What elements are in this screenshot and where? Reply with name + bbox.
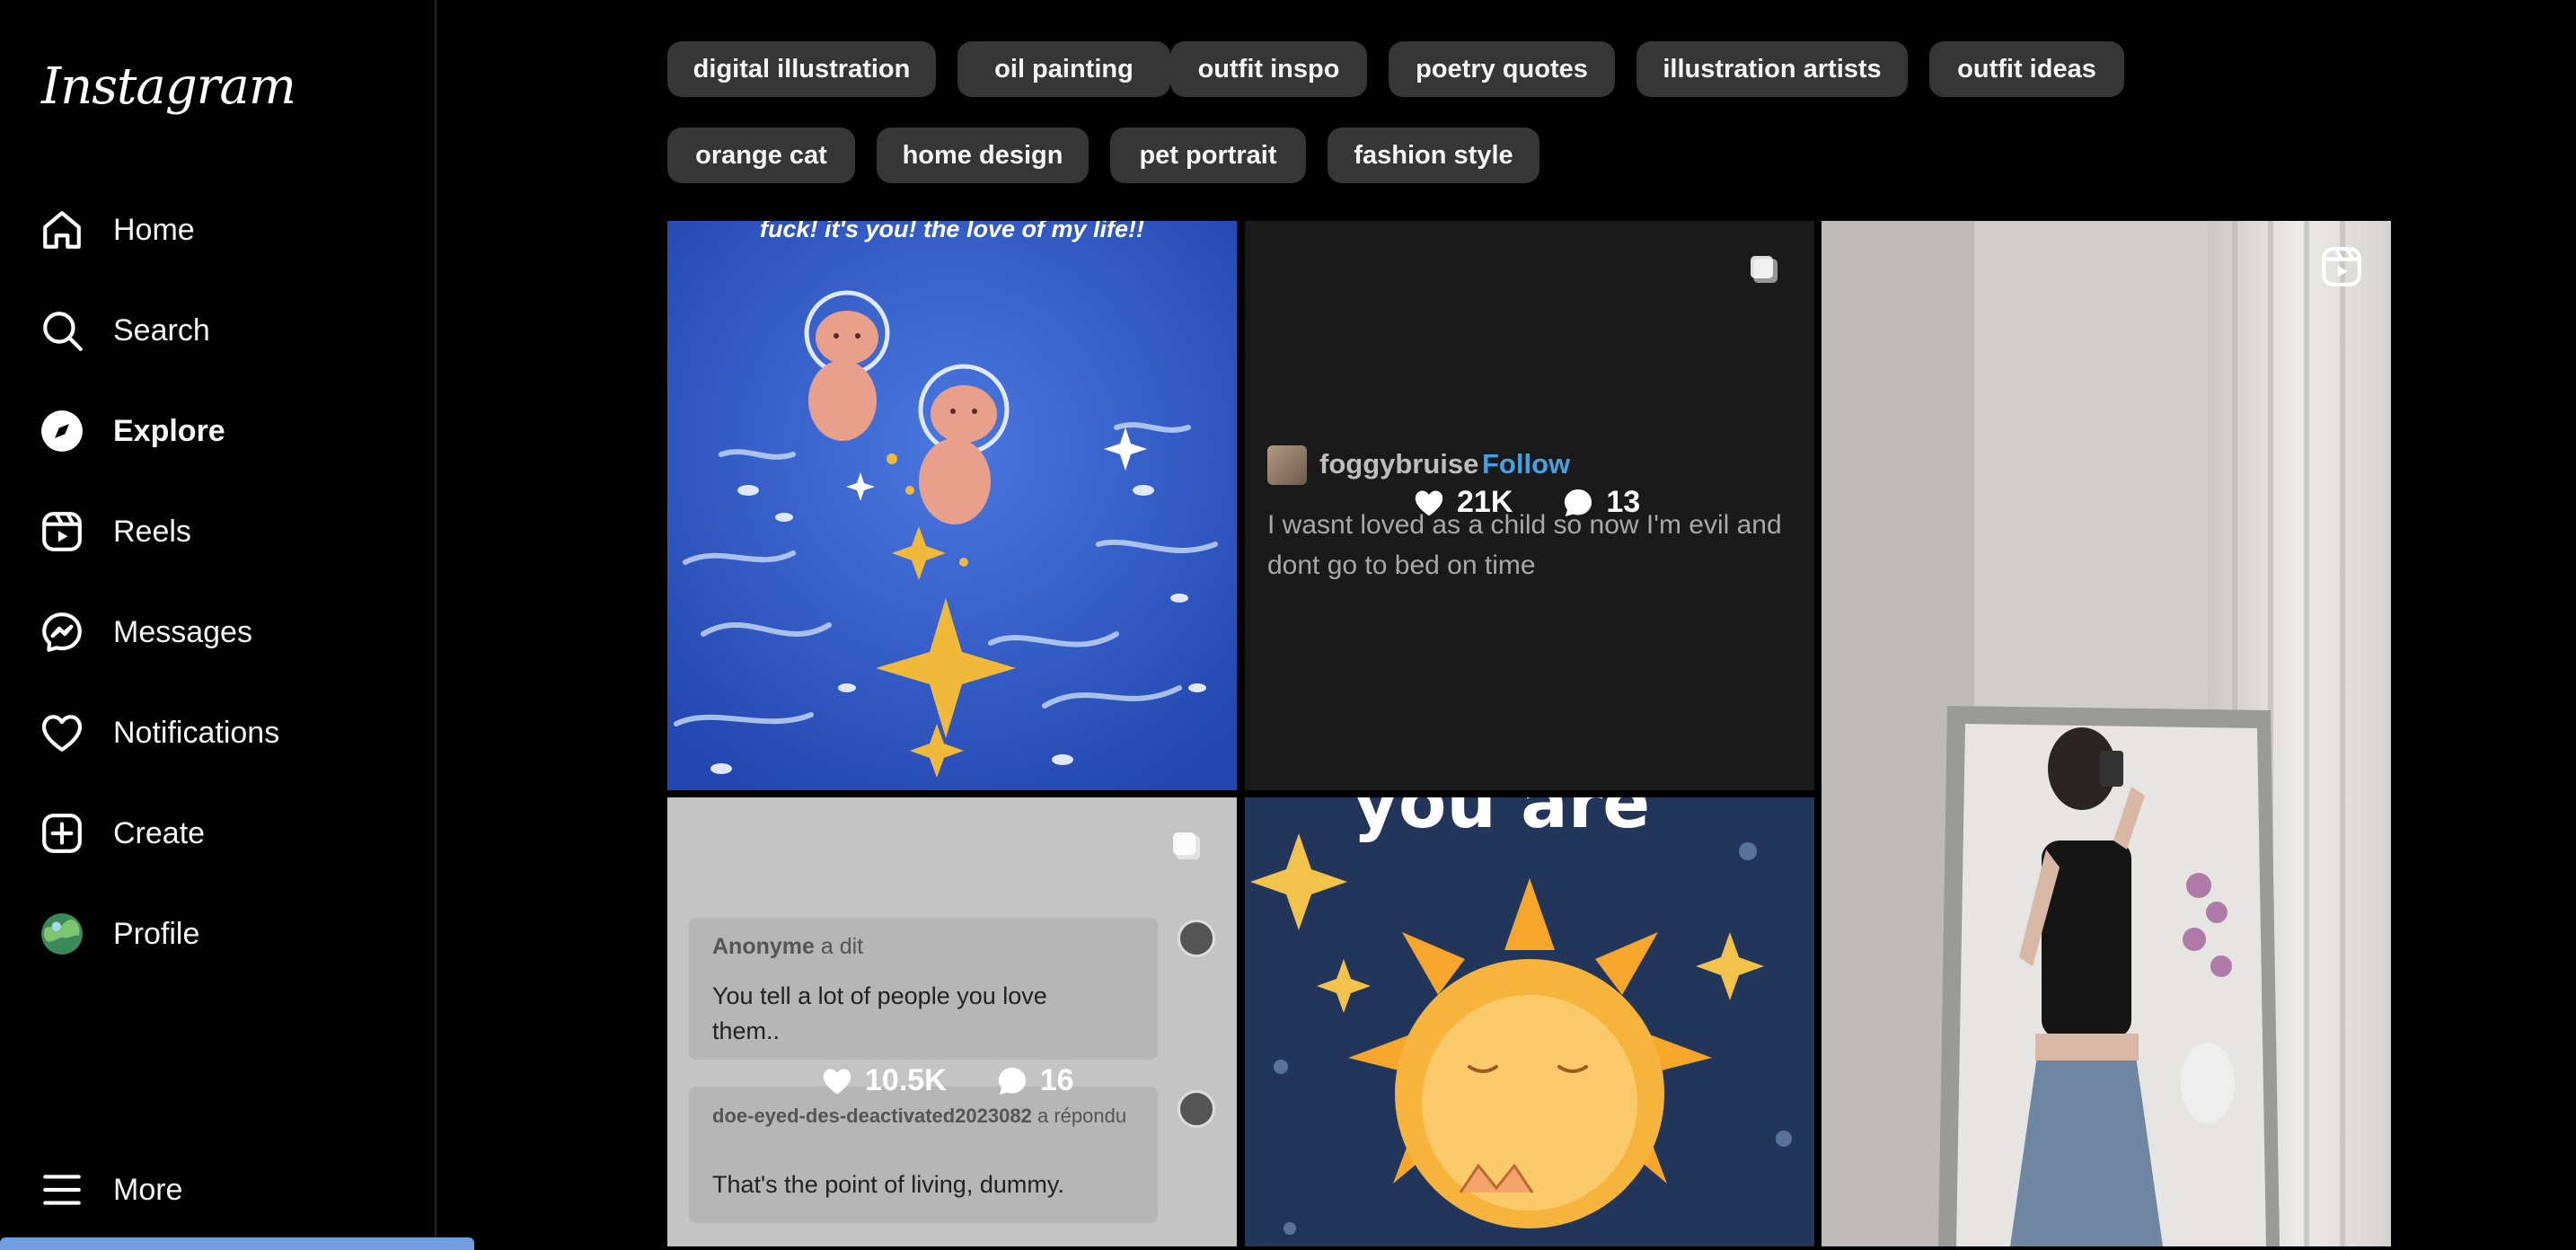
heart-icon bbox=[823, 1069, 851, 1094]
follow-button[interactable]: Follow bbox=[1482, 448, 1570, 480]
chip-orange-cat[interactable]: orange cat bbox=[667, 128, 855, 183]
sidebar-item-create[interactable]: Create bbox=[40, 797, 417, 869]
carousel-icon bbox=[1169, 828, 1204, 868]
post-tile-ask-screenshot[interactable]: Anonyme a dit You tell a lot of people y… bbox=[667, 797, 1237, 1246]
comment-icon bbox=[1565, 489, 1592, 516]
reply-username: doe-eyed-des-deactivated2023082 bbox=[712, 1105, 1032, 1127]
chip-oil-painting[interactable]: oil painting bbox=[957, 41, 1170, 97]
mirror-selfie-photo bbox=[1822, 221, 2391, 1246]
carousel-icon bbox=[1746, 251, 1782, 292]
reply-card: doe-eyed-des-deactivated2023082 a répond… bbox=[689, 1087, 1158, 1223]
sidebar-item-label: More bbox=[113, 1172, 183, 1207]
chip-fashion-style[interactable]: fashion style bbox=[1328, 128, 1539, 183]
sidebar-item-more[interactable]: More bbox=[40, 1154, 417, 1226]
sidebar-item-notifications[interactable]: Notifications bbox=[40, 697, 417, 769]
comment-count: 13 bbox=[1606, 485, 1641, 519]
chip-pet-portrait[interactable]: pet portrait bbox=[1110, 128, 1306, 183]
sidebar-item-label: Create bbox=[113, 815, 206, 850]
anon-verb: a dit bbox=[820, 934, 864, 959]
like-count: 21K bbox=[1457, 485, 1513, 519]
post-caption: fuck! it's you! the love of my life!! bbox=[760, 221, 1144, 242]
messages-icon bbox=[40, 610, 84, 655]
reply-text: That's the point of living, dummy. bbox=[712, 1171, 1064, 1198]
sun-cat-painting bbox=[1245, 797, 1814, 1246]
explore-icon bbox=[40, 409, 84, 453]
chip-poetry-quotes[interactable]: poetry quotes bbox=[1389, 41, 1615, 97]
chip-illustration-artists[interactable]: illustration artists bbox=[1636, 41, 1908, 97]
post-tile-sun-painting[interactable]: you are bbox=[1245, 797, 1814, 1246]
post-caption: you are bbox=[1353, 797, 1651, 844]
post-tile-text-post[interactable]: foggybruise Follow I wasnt loved as a ch… bbox=[1245, 221, 1814, 790]
sidebar-item-messages[interactable]: Messages bbox=[40, 596, 417, 668]
heart-icon bbox=[40, 710, 84, 755]
post-username: foggybruise bbox=[1319, 448, 1479, 480]
search-icon bbox=[40, 308, 84, 353]
sidebar-item-profile[interactable]: Profile bbox=[40, 898, 417, 970]
post-stats: 10.5K 16 bbox=[820, 1063, 1074, 1098]
sidebar-item-label: Notifications bbox=[113, 715, 280, 750]
avatar bbox=[1178, 920, 1215, 957]
reels-icon bbox=[40, 509, 84, 554]
sidebar-item-label: Explore bbox=[113, 413, 225, 448]
anon-name: Anonyme bbox=[712, 934, 815, 959]
chip-outfit-ideas[interactable]: outfit ideas bbox=[1929, 41, 2124, 97]
progress-bar bbox=[0, 1237, 474, 1250]
menu-icon bbox=[40, 1167, 84, 1212]
sidebar-item-label: Profile bbox=[113, 916, 200, 951]
post-tile-space-cats[interactable]: fuck! it's you! the love of my life!! bbox=[667, 221, 1237, 790]
heart-icon bbox=[1415, 490, 1443, 515]
anon-text: You tell a lot of people you love them.. bbox=[712, 982, 1047, 1044]
chip-digital-illustration[interactable]: digital illustration bbox=[667, 41, 936, 97]
sidebar: Instagram Home Search Explore Reels Mess… bbox=[0, 0, 437, 1246]
comment-count: 16 bbox=[1039, 1063, 1074, 1097]
home-icon bbox=[40, 207, 84, 252]
create-icon bbox=[40, 811, 84, 856]
chip-outfit-inspo[interactable]: outfit inspo bbox=[1170, 41, 1367, 97]
sidebar-item-explore[interactable]: Explore bbox=[40, 395, 417, 467]
like-count: 10.5K bbox=[865, 1063, 947, 1097]
sidebar-item-home[interactable]: Home bbox=[40, 194, 417, 266]
post-tile-mirror-selfie[interactable] bbox=[1822, 221, 2391, 1246]
sidebar-item-label: Search bbox=[113, 312, 210, 348]
reels-icon bbox=[2319, 244, 2364, 294]
comment-icon bbox=[998, 1067, 1026, 1095]
avatar bbox=[1178, 1090, 1215, 1128]
sidebar-item-label: Reels bbox=[113, 514, 191, 549]
sidebar-item-reels[interactable]: Reels bbox=[40, 496, 417, 568]
avatar bbox=[1267, 445, 1307, 485]
post-stats: 21K 13 bbox=[1412, 485, 1640, 520]
reply-verb: a répondu bbox=[1037, 1105, 1127, 1127]
ask-card: Anonyme a dit You tell a lot of people y… bbox=[689, 918, 1158, 1060]
space-cats-painting bbox=[667, 221, 1237, 790]
chip-home-design[interactable]: home design bbox=[877, 128, 1089, 183]
sidebar-item-label: Messages bbox=[113, 614, 252, 649]
sidebar-item-label: Home bbox=[113, 212, 195, 247]
profile-avatar bbox=[40, 911, 84, 956]
instagram-logo[interactable]: Instagram bbox=[41, 57, 296, 116]
sidebar-item-search[interactable]: Search bbox=[40, 295, 417, 366]
